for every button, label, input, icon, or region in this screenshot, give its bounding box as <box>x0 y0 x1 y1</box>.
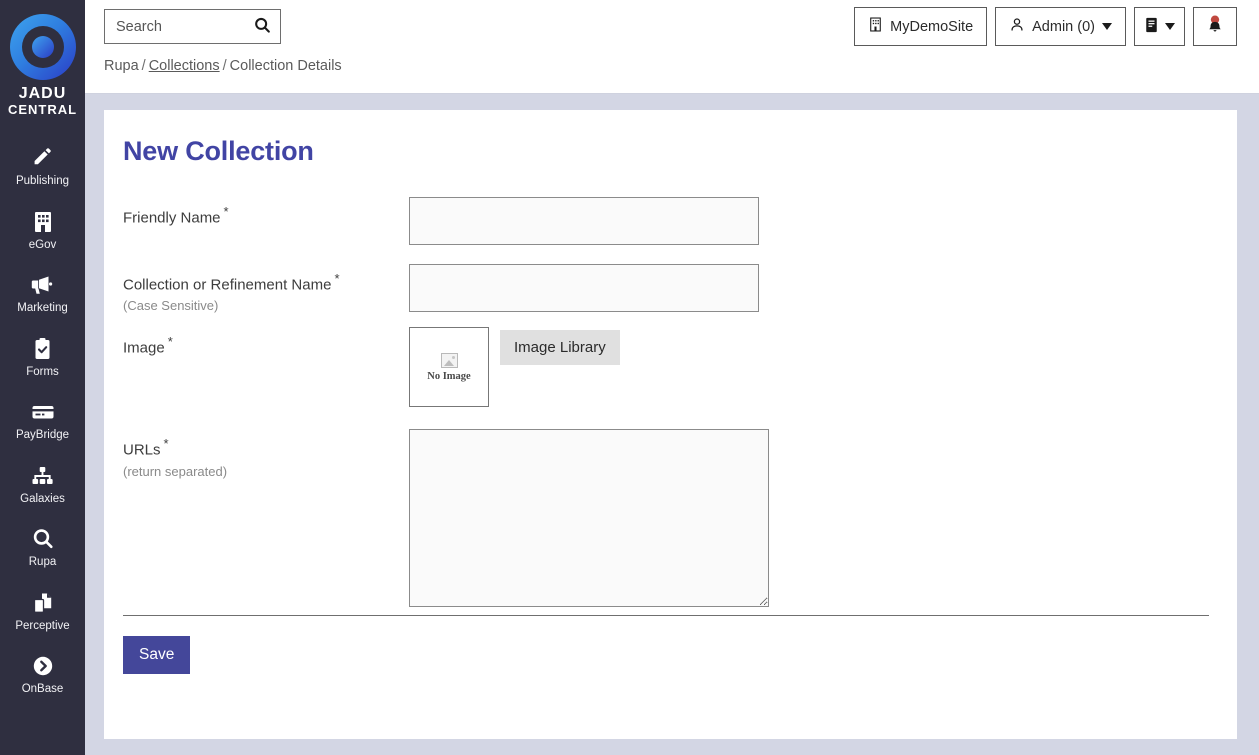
main-pane: Rupa/Collections/Collection Details MyDe… <box>85 0 1259 755</box>
sidebar-item-label: Perceptive <box>15 619 70 632</box>
image-label-text: Image <box>123 339 165 357</box>
breadcrumb-separator-1: / <box>141 58 146 74</box>
sidebar: JADU CENTRAL Publishing eGov Marketing F… <box>0 0 85 755</box>
search-icon <box>253 16 272 38</box>
image-thumbnail-caption: No Image <box>427 370 471 382</box>
image-label: Image * <box>123 327 409 357</box>
image-library-button[interactable]: Image Library <box>500 330 620 366</box>
breadcrumb-root: Rupa <box>104 58 139 74</box>
urls-label-text: URLs <box>123 441 161 459</box>
field-row-urls: URLs * (return separated) <box>123 429 1237 608</box>
save-button[interactable]: Save <box>123 636 191 674</box>
jadu-logo-icon <box>9 14 76 80</box>
chevron-circle-right-icon <box>30 653 56 679</box>
page-title: New Collection <box>123 136 314 166</box>
site-selector-button[interactable]: MyDemoSite <box>854 7 988 46</box>
friendly-name-label-text: Friendly Name <box>123 209 221 227</box>
user-icon <box>1009 16 1025 37</box>
site-selector-label: MyDemoSite <box>890 18 974 35</box>
required-marker: * <box>223 204 229 219</box>
magnifier-icon <box>30 526 56 552</box>
search-box[interactable] <box>104 9 281 44</box>
sidebar-item-rupa[interactable]: Rupa <box>0 515 85 579</box>
sidebar-item-forms[interactable]: Forms <box>0 325 85 389</box>
documents-icon <box>30 590 56 616</box>
collection-name-label-text: Collection or Refinement Name <box>123 276 332 294</box>
field-row-image: Image * No Image Image Library <box>123 327 1237 408</box>
friendly-name-control <box>409 197 1237 245</box>
sidebar-item-galaxies[interactable]: Galaxies <box>0 452 85 516</box>
image-picker: No Image Image Library <box>409 327 1237 408</box>
friendly-name-input[interactable] <box>409 197 759 245</box>
app-root: JADU CENTRAL Publishing eGov Marketing F… <box>0 0 1259 755</box>
bell-icon <box>1205 14 1225 40</box>
sidebar-item-label: OnBase <box>21 683 64 696</box>
building-icon <box>868 16 883 37</box>
collection-name-label: Collection or Refinement Name * (Case Sen… <box>123 264 409 313</box>
required-marker: * <box>334 271 340 286</box>
field-row-collection-name: Collection or Refinement Name * (Case Sen… <box>123 264 1237 313</box>
required-marker: * <box>167 334 173 350</box>
urls-textarea[interactable] <box>409 429 769 608</box>
field-row-friendly-name: Friendly Name * <box>123 197 1237 245</box>
breadcrumb-link-collections[interactable]: Collections <box>149 58 220 74</box>
chevron-down-icon <box>1165 23 1175 30</box>
broken-image-icon <box>440 352 458 368</box>
sidebar-item-onbase[interactable]: OnBase <box>0 642 85 706</box>
collection-form-card: New Collection Friendly Name * Collectio… <box>104 110 1237 739</box>
breadcrumb-current: Collection Details <box>229 58 342 74</box>
search-button[interactable] <box>245 10 279 43</box>
image-control: No Image Image Library <box>409 327 1237 408</box>
collection-name-hint: (Case Sensitive) <box>123 298 219 314</box>
user-menu-button[interactable]: Admin (0) <box>995 7 1126 46</box>
urls-label: URLs * (return separated) <box>123 429 409 478</box>
urls-control <box>409 429 1237 608</box>
sidebar-item-paybridge[interactable]: PayBridge <box>0 388 85 452</box>
collection-name-control <box>409 264 1237 312</box>
sidebar-nav: Publishing eGov Marketing Forms PayBridg… <box>0 134 85 706</box>
credit-card-icon <box>30 399 56 425</box>
sidebar-item-label: PayBridge <box>15 429 70 442</box>
sitemap-icon <box>30 463 56 489</box>
topbar: Rupa/Collections/Collection Details MyDe… <box>85 0 1259 94</box>
chevron-down-icon <box>1102 23 1112 30</box>
sidebar-item-marketing[interactable]: Marketing <box>0 261 85 325</box>
content-area: New Collection Friendly Name * Collectio… <box>85 94 1259 755</box>
sidebar-item-label: Rupa <box>28 556 57 569</box>
sidebar-item-label: Galaxies <box>20 492 65 505</box>
user-menu-label: Admin (0) <box>1032 18 1095 35</box>
book-icon <box>1144 16 1159 38</box>
required-marker: * <box>163 436 169 452</box>
friendly-name-label: Friendly Name * <box>123 197 409 227</box>
collection-form: Friendly Name * Collection or Refinement … <box>104 197 1237 608</box>
search-input[interactable] <box>105 10 245 43</box>
notifications-button[interactable] <box>1193 7 1237 46</box>
topbar-actions: MyDemoSite Admin (0) <box>854 7 1237 46</box>
clipboard-check-icon <box>30 336 56 362</box>
collection-name-input[interactable] <box>409 264 759 312</box>
building-icon <box>30 209 56 235</box>
sidebar-item-label: Marketing <box>17 302 68 315</box>
urls-hint: (return separated) <box>123 463 228 479</box>
sidebar-item-label: Publishing <box>15 175 70 188</box>
sidebar-item-publishing[interactable]: Publishing <box>0 134 85 198</box>
breadcrumb: Rupa / Collections / Collection Details <box>104 58 342 74</box>
sidebar-item-label: eGov <box>28 238 57 251</box>
sidebar-item-egov[interactable]: eGov <box>0 198 85 262</box>
form-divider <box>123 615 1209 616</box>
sidebar-item-perceptive[interactable]: Perceptive <box>0 579 85 643</box>
image-thumbnail[interactable]: No Image <box>409 327 489 408</box>
logo-line-2: CENTRAL <box>7 101 78 117</box>
sidebar-item-label: Forms <box>26 365 59 378</box>
megaphone-icon <box>30 272 56 298</box>
logo-wordmark: JADU CENTRAL <box>7 85 78 117</box>
docs-menu-button[interactable] <box>1134 7 1185 46</box>
breadcrumb-separator-2: / <box>222 58 227 74</box>
app-logo[interactable]: JADU CENTRAL <box>0 0 85 116</box>
pencil-icon <box>30 145 56 171</box>
logo-line-1: JADU <box>18 85 67 102</box>
